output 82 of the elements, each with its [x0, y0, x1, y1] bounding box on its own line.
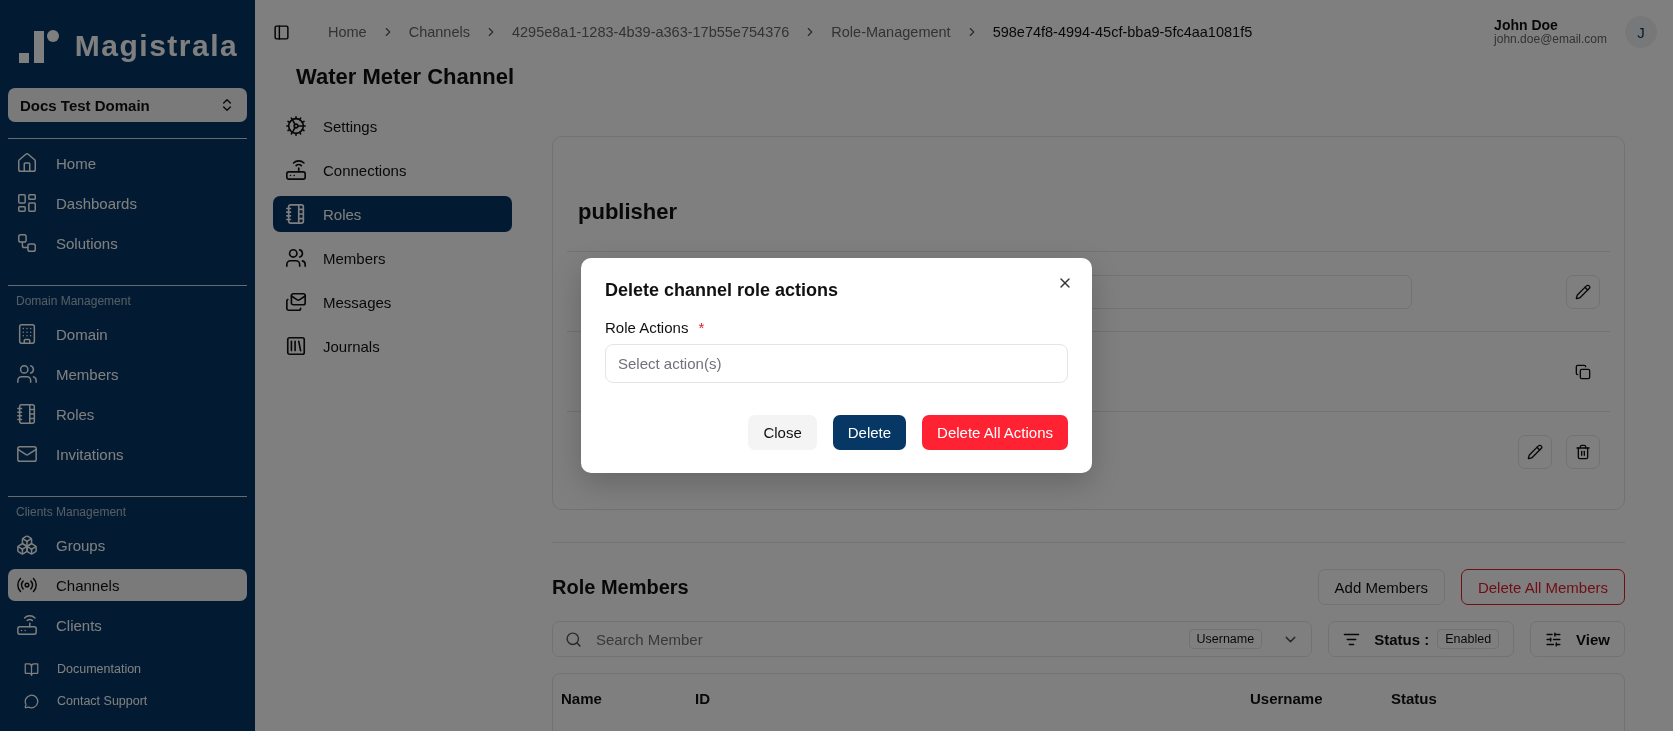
sidebar-item[interactable]: Invitations — [8, 438, 247, 470]
copy-icon — [1575, 363, 1591, 380]
close-dialog-button[interactable]: Close — [748, 415, 817, 450]
column-header: Status — [1391, 690, 1438, 707]
mail-icon — [16, 443, 38, 465]
sidebar-item[interactable]: Clients — [8, 609, 247, 641]
filter-chip: Username — [1188, 629, 1263, 649]
notebook-icon — [16, 403, 38, 425]
chat-icon — [24, 693, 39, 709]
notebook-icon — [285, 203, 307, 225]
sidebar-item[interactable]: Home — [8, 147, 247, 179]
actions-select[interactable]: Select action(s) — [605, 344, 1068, 383]
sidebar-item[interactable]: Channels — [8, 569, 247, 601]
view-button[interactable]: View — [1530, 621, 1625, 657]
book-icon — [24, 661, 39, 677]
users-icon — [285, 247, 307, 269]
section-heading: Clients Management — [15, 504, 128, 521]
pencil-icon — [1575, 283, 1591, 300]
role-name: publisher — [578, 199, 678, 225]
library-icon — [285, 335, 307, 357]
column-header: Username — [1250, 690, 1324, 707]
house-icon — [16, 152, 38, 174]
logo-text: Magistrala — [74, 29, 239, 63]
breadcrumb-link[interactable]: 598e74f8-4994-45cf-bba9-5fc4aa1081f5 — [992, 24, 1253, 40]
breadcrumb-link[interactable]: Role-Management — [831, 24, 951, 40]
workflow-icon — [16, 232, 38, 254]
dialog-title: Delete channel role actions — [605, 280, 840, 301]
footer-link[interactable]: Documentation — [8, 653, 247, 685]
domain-select[interactable]: Docs Test Domain — [8, 88, 247, 122]
nav-item[interactable]: Connections — [273, 152, 512, 188]
delete-all-button[interactable]: Delete All Actions — [922, 415, 1068, 450]
section-title: Role Members — [552, 575, 689, 599]
sliders-icon — [1545, 630, 1563, 648]
section-heading: Domain Management — [15, 293, 132, 310]
router-icon — [285, 159, 307, 181]
users-icon — [16, 363, 38, 385]
column-header: Name — [561, 690, 603, 707]
dashboard-icon — [16, 192, 38, 214]
footer-link[interactable]: Contact Support — [8, 685, 247, 717]
search-field[interactable]: Search Member — [594, 629, 1177, 649]
sidebar-toggle-icon[interactable] — [273, 23, 290, 41]
nav-item[interactable]: Roles — [273, 196, 512, 232]
column-header: ID — [695, 690, 711, 707]
router-icon — [16, 614, 38, 636]
required-mark: * — [698, 319, 705, 336]
user-name: John Doe — [1494, 18, 1559, 34]
search-bar[interactable]: Search Member Username — [552, 621, 1313, 657]
edit-button[interactable] — [1566, 274, 1600, 309]
delete-all-button[interactable]: Delete All Members — [1460, 569, 1625, 605]
breadcrumb-link[interactable]: 4295e8a1-1283-4b39-a363-17b55e754376 — [511, 24, 790, 40]
sidebar-item[interactable]: Groups — [8, 529, 247, 561]
sidebar-item[interactable]: Solutions — [8, 227, 247, 259]
sidebar-item[interactable]: Dashboards — [8, 187, 247, 219]
gear-icon — [285, 115, 307, 137]
page-title: Water Meter Channel — [296, 64, 515, 91]
status-label: Status : — [1374, 630, 1430, 648]
sidebar-item[interactable]: Members — [8, 358, 247, 390]
building-icon — [16, 323, 38, 345]
user-email: john.doe@email.com — [1494, 33, 1607, 46]
nav-item[interactable]: Journals — [273, 328, 512, 364]
status-filter-button[interactable]: Status : Enabled — [1328, 621, 1515, 657]
field-label: Role Actions — [605, 319, 689, 336]
sidebar-item[interactable]: Domain — [8, 318, 247, 350]
pencil-icon — [1527, 443, 1543, 460]
delete-button[interactable] — [1566, 434, 1600, 469]
cubes-icon — [16, 534, 38, 556]
trash-icon — [1575, 443, 1591, 460]
nav-item[interactable]: Messages — [273, 284, 512, 320]
view-label: View — [1576, 630, 1610, 648]
user-avatar[interactable]: J — [1625, 16, 1657, 48]
sidebar-item[interactable]: Roles — [8, 398, 247, 430]
mail-icon — [285, 291, 307, 313]
nav-item[interactable]: Settings — [273, 108, 512, 144]
logo-icon — [16, 29, 61, 63]
status-chip: Enabled — [1437, 629, 1500, 649]
add-button[interactable]: Add Members — [1317, 569, 1445, 605]
nav-item[interactable]: Members — [273, 240, 512, 276]
breadcrumb-link[interactable]: Home — [328, 24, 367, 40]
search-icon — [565, 630, 582, 648]
edit-button[interactable] — [1518, 434, 1552, 469]
delete-button[interactable]: Delete — [832, 415, 907, 450]
breadcrumb-link[interactable]: Channels — [408, 24, 470, 40]
